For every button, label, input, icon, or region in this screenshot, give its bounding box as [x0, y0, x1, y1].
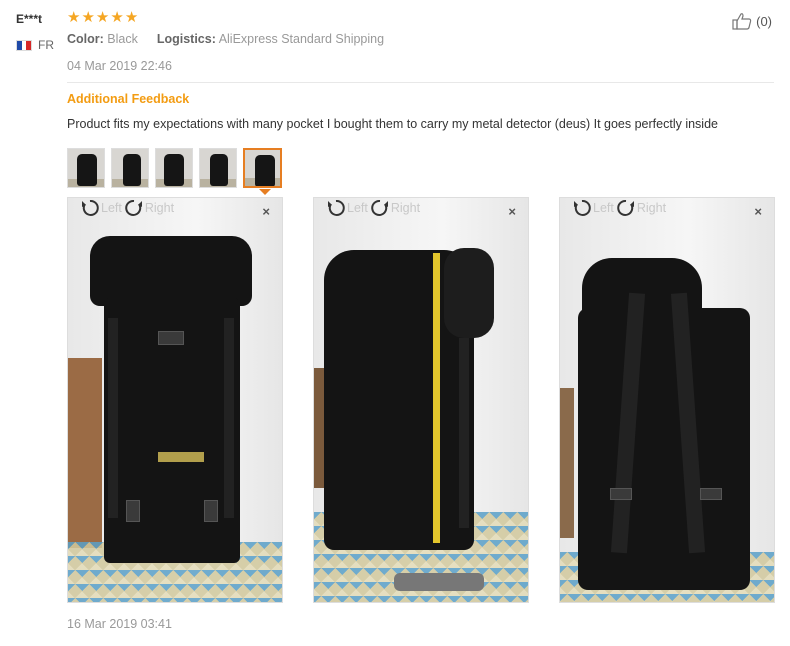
rotate-left-icon [328, 199, 345, 216]
rotate-left-icon [82, 199, 99, 216]
logistics-value: AliExpress Standard Shipping [218, 32, 385, 46]
photo-toolbar: Left Right [560, 198, 774, 218]
rotate-right-icon [617, 199, 634, 216]
rotate-right-button[interactable]: Right [124, 198, 174, 218]
photo-thumbnail-active[interactable] [243, 148, 282, 188]
reviewer-country: FR [16, 38, 60, 52]
reviewer-name: E***t [16, 12, 43, 26]
rotate-right-label: Right [636, 201, 667, 215]
photo-viewer-back: Left Right × [559, 197, 775, 603]
star-icon: ★ [95, 9, 110, 26]
rotate-left-label: Left [347, 201, 368, 215]
active-thumbnail-caret-icon [259, 189, 271, 195]
rotate-left-label: Left [593, 201, 614, 215]
star-icon: ★ [110, 9, 124, 26]
backpack-side-photo [314, 198, 528, 602]
additional-feedback-text: Product fits my expectations with many p… [67, 117, 718, 131]
star-rating: ★ ★ ★ ★ ★ [67, 10, 774, 26]
rotate-right-icon [371, 199, 388, 216]
star-icon: ★ [67, 9, 81, 26]
review-date: 04 Mar 2019 22:46 [67, 59, 172, 73]
star-icon: ★ [124, 9, 139, 26]
rotate-right-icon [125, 199, 142, 216]
rotate-right-label: Right [144, 201, 175, 215]
photo-thumbnail[interactable] [155, 148, 193, 188]
photo-thumbnail[interactable] [67, 148, 105, 188]
rotate-left-button[interactable]: Left [572, 198, 614, 218]
backpack-back-photo [560, 198, 774, 602]
rotate-left-button[interactable]: Left [326, 198, 368, 218]
logistics-label: Logistics: [156, 32, 216, 46]
rotate-left-button[interactable]: Left [80, 198, 122, 218]
photo-thumbnail[interactable] [111, 148, 149, 188]
divider [67, 82, 774, 83]
photo-toolbar: Left Right [314, 198, 528, 218]
reviewer-info: E***t FR [16, 12, 60, 52]
photo-viewer-front: Left Right × [67, 197, 283, 603]
country-code: FR [38, 38, 54, 52]
france-flag-icon [16, 39, 32, 51]
color-value: Black [107, 32, 138, 46]
backpack-front-photo [68, 198, 282, 602]
order-meta: Color: Black Logistics: AliExpress Stand… [67, 32, 774, 46]
photo-thumbnails [67, 148, 282, 188]
color-label: Color: [67, 32, 104, 46]
review-body: ★ ★ ★ ★ ★ Color: Black Logistics: AliExp… [67, 10, 774, 131]
photo-viewer-side: Left Right × [313, 197, 529, 603]
rotate-left-label: Left [101, 201, 122, 215]
photo-toolbar: Left Right [68, 198, 282, 218]
rotate-right-button[interactable]: Right [616, 198, 666, 218]
rotate-right-label: Right [390, 201, 421, 215]
rotate-right-button[interactable]: Right [370, 198, 420, 218]
additional-feedback-date: 16 Mar 2019 03:41 [67, 617, 172, 631]
rotate-left-icon [574, 199, 591, 216]
photo-thumbnail[interactable] [199, 148, 237, 188]
additional-feedback-title: Additional Feedback [67, 92, 190, 106]
star-icon: ★ [81, 9, 95, 26]
